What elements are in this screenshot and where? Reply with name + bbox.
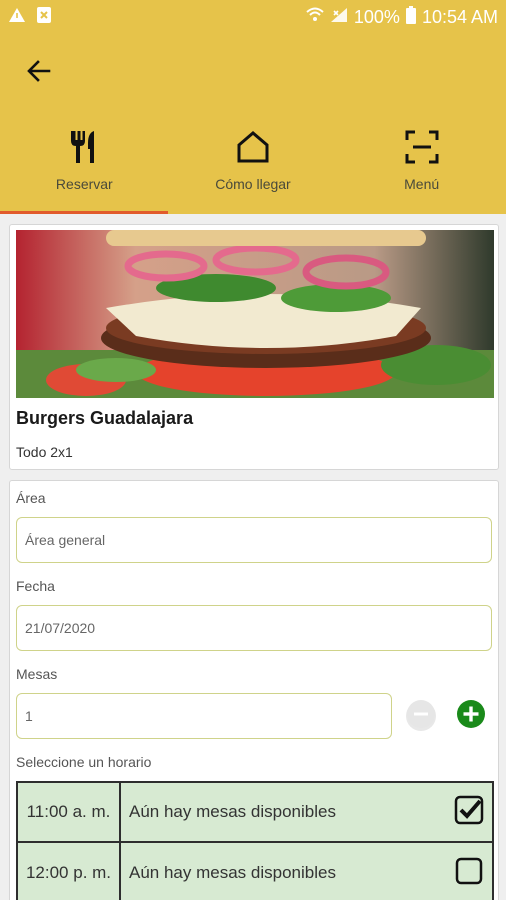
- burger-photo: [16, 230, 494, 398]
- status-bar: 100% 10:54 AM: [0, 0, 506, 34]
- fecha-label: Fecha: [16, 578, 55, 594]
- horario-label: Seleccione un horario: [16, 754, 152, 770]
- tab-menu[interactable]: Menú: [337, 126, 506, 214]
- slot-status: Aún hay mesas disponibles: [129, 802, 336, 821]
- increment-button[interactable]: [456, 699, 486, 734]
- tables-value: 1: [25, 708, 33, 724]
- area-label: Área: [16, 490, 46, 506]
- sim-icon: [36, 6, 52, 29]
- restaurant-promo: Todo 2x1: [16, 444, 73, 460]
- plus-icon: [456, 699, 486, 734]
- slot-checkbox[interactable]: [446, 843, 492, 900]
- time-slot-row[interactable]: 12:00 p. m. Aún hay mesas disponibles: [18, 843, 492, 900]
- checkbox-unchecked-icon: [454, 856, 484, 891]
- restaurant-card[interactable]: Burgers Guadalajara Todo 2x1: [9, 224, 499, 470]
- clock: 10:54 AM: [421, 6, 498, 27]
- utensils-icon: [63, 126, 105, 168]
- home-icon: [232, 126, 274, 168]
- tab-como-llegar[interactable]: Cómo llegar: [169, 126, 338, 214]
- date-value: 21/07/2020: [25, 620, 96, 636]
- checkbox-checked-icon: [454, 795, 484, 830]
- reservation-form: Área Área general Fecha 21/07/2020 Mesas…: [9, 480, 499, 900]
- slot-status: Aún hay mesas disponibles: [129, 863, 336, 882]
- back-button[interactable]: [22, 56, 56, 90]
- tab-bar: Reservar Cómo llegar Menú: [0, 126, 506, 214]
- restaurant-name: Burgers Guadalajara: [16, 408, 194, 428]
- tab-label: Cómo llegar: [215, 176, 291, 192]
- slot-time: 11:00 a. m.: [18, 783, 121, 841]
- signal-icon: [330, 7, 348, 28]
- battery-icon: [405, 5, 416, 29]
- active-tab-indicator: [0, 211, 168, 214]
- slot-checkbox[interactable]: [446, 783, 492, 841]
- time-slot-row[interactable]: 11:00 a. m. Aún hay mesas disponibles: [18, 783, 492, 843]
- tab-reservar[interactable]: Reservar: [0, 126, 169, 214]
- scan-icon: [401, 126, 443, 168]
- mesas-label: Mesas: [16, 666, 58, 682]
- slot-time: 12:00 p. m.: [18, 843, 121, 900]
- area-value: Área general: [25, 532, 106, 548]
- tab-label: Reservar: [55, 176, 113, 192]
- time-slot-table: 11:00 a. m. Aún hay mesas disponibles 12…: [16, 781, 494, 900]
- app-bar: Reservar Cómo llegar Menú: [0, 34, 506, 214]
- area-field[interactable]: Área general: [16, 517, 492, 563]
- warning-icon: [8, 7, 26, 28]
- minus-icon: [406, 699, 436, 734]
- arrow-back-icon: [26, 58, 52, 89]
- tables-input[interactable]: 1: [16, 693, 392, 739]
- date-field[interactable]: 21/07/2020: [16, 605, 492, 651]
- battery-percent: 100%: [353, 6, 400, 27]
- tab-label: Menú: [404, 176, 440, 192]
- wifi-icon: [306, 7, 324, 28]
- decrement-button[interactable]: [406, 699, 436, 734]
